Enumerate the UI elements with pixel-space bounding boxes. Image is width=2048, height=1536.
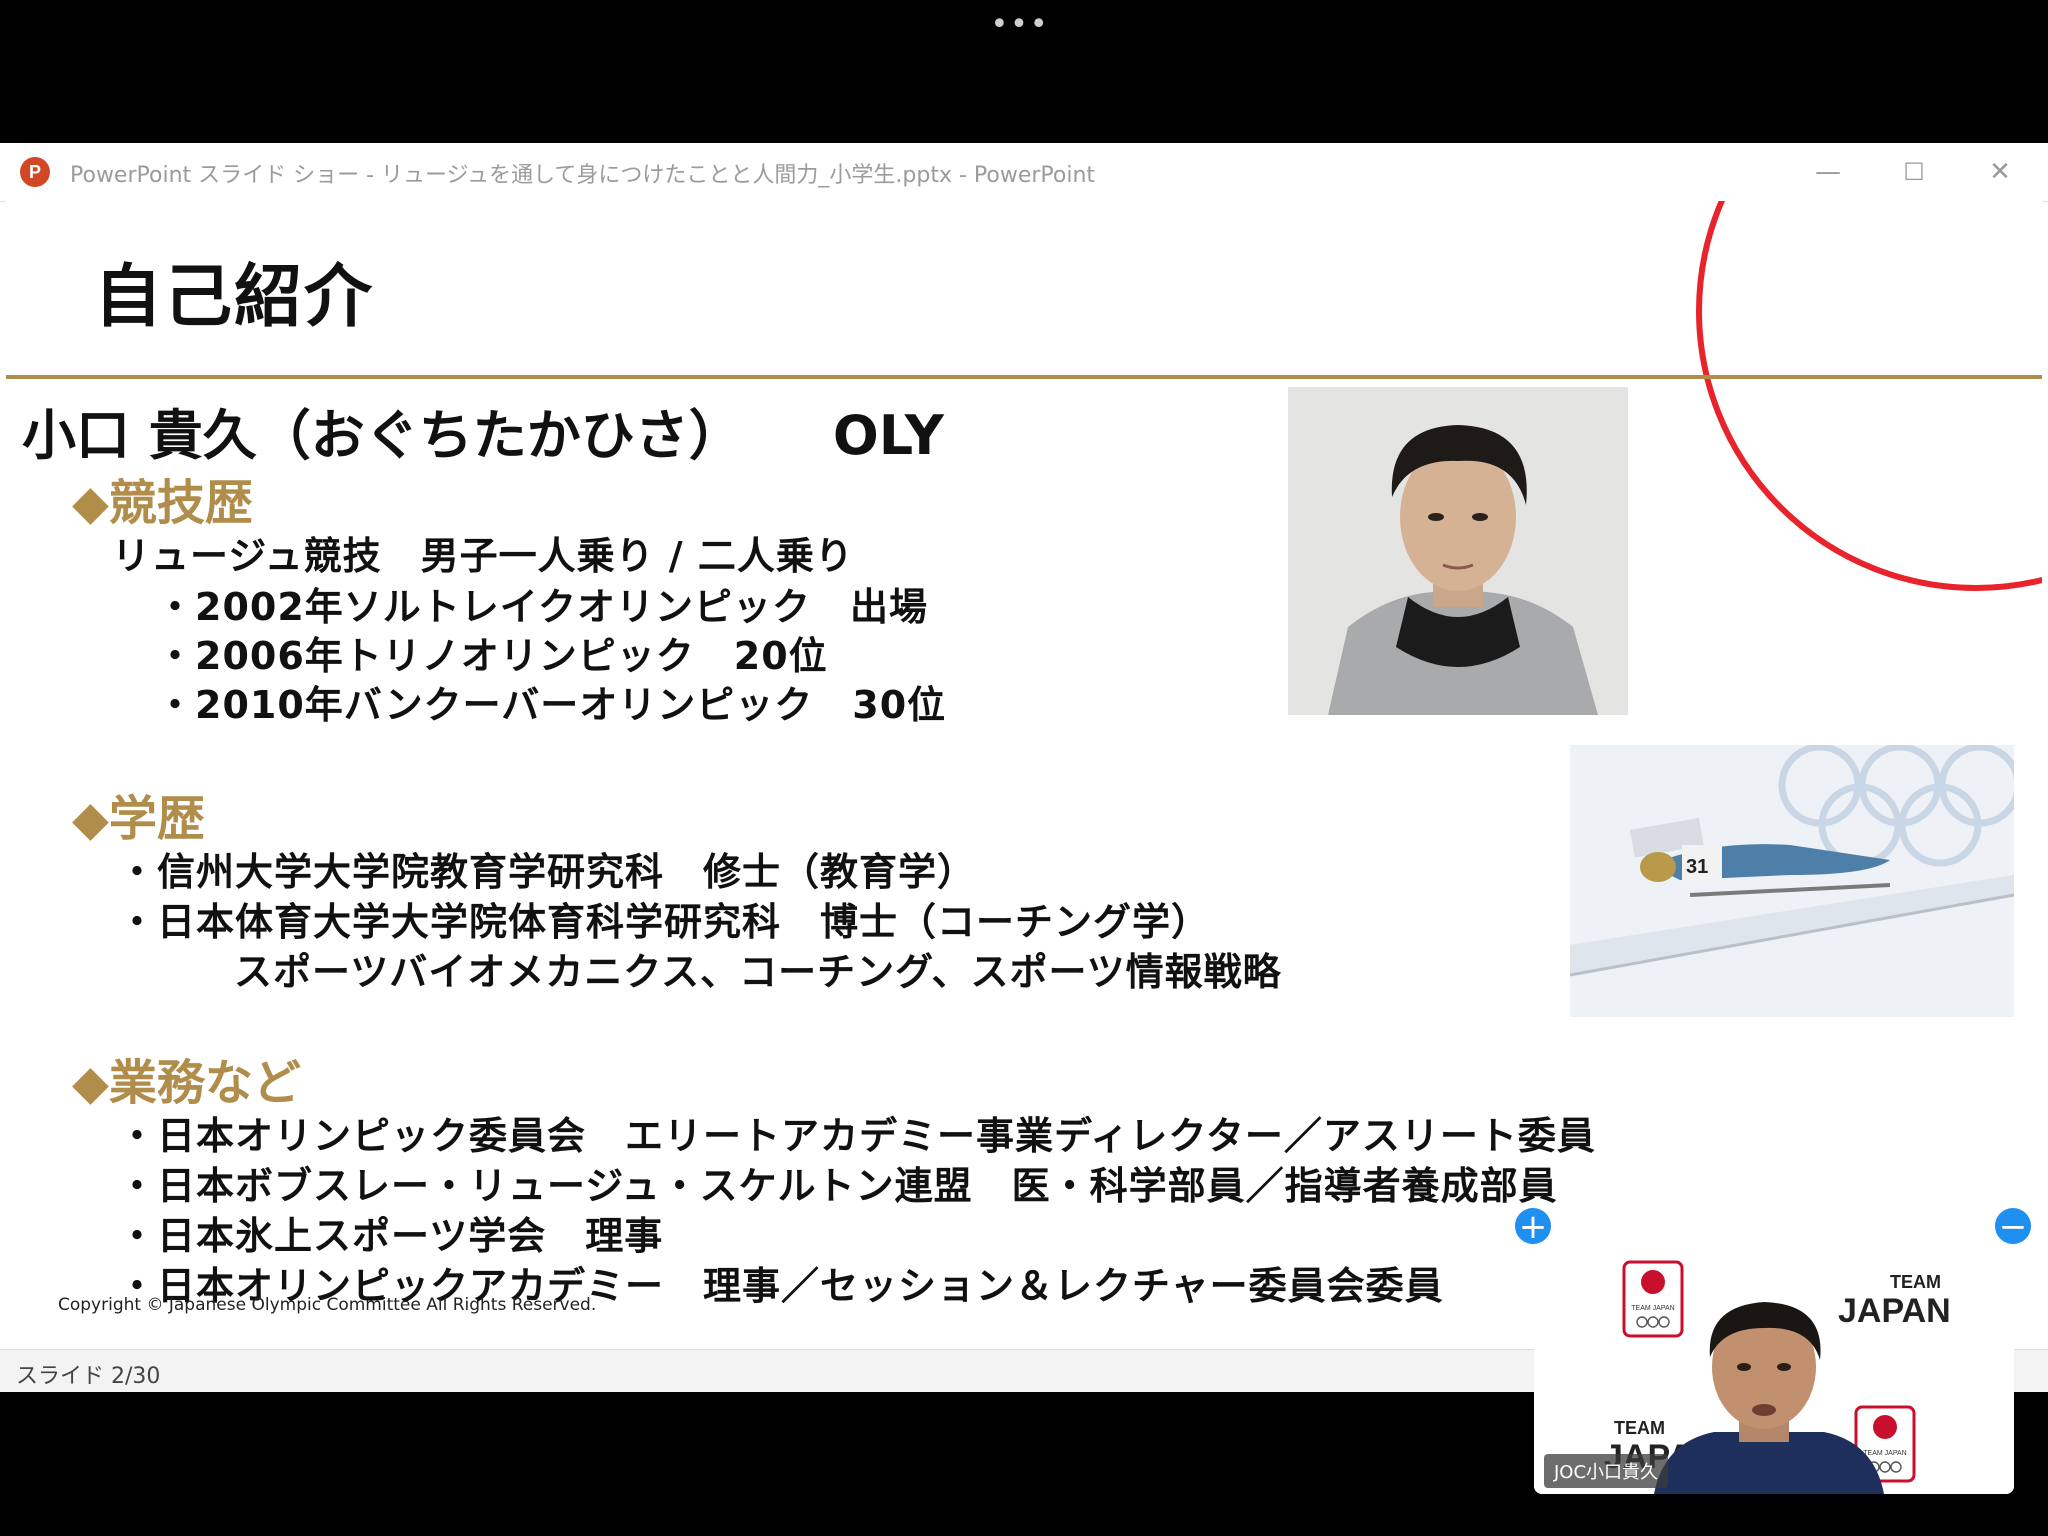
work-line: ・日本ボブスレー・リュージュ・スケルトン連盟 医・科学部員／指導者養成部員: [118, 1164, 1558, 1208]
presenter-name-line: 小口 貴久（おぐちたかひさ） OLY: [22, 391, 944, 470]
japan-text: JAPAN: [1838, 1292, 1951, 1330]
window-title: PowerPoint スライド ショー - リュージュを通して身につけたことと人…: [70, 163, 1096, 188]
team-japan-emblem-icon: TEAM JAPAN: [1622, 1260, 1684, 1338]
zoom-in-button[interactable]: +: [1513, 1206, 1553, 1246]
section-heading-work: ◆業務など: [72, 1055, 301, 1111]
luge-action-photo: 31: [1570, 745, 2014, 1017]
career-line: リュージュ競技 男子一人乗り / 二人乗り: [112, 534, 854, 578]
decorative-red-arc: [1696, 201, 2042, 591]
powerpoint-icon: P: [20, 157, 50, 187]
title-divider: [6, 375, 2042, 379]
maximize-button[interactable]: ☐: [1894, 153, 1934, 191]
oly-badge-text: OLY: [832, 404, 944, 467]
participant-video-tile[interactable]: TEAM JAPAN TEAM JAPAN TEAM JAPAN TEAM JA…: [1534, 1242, 2014, 1494]
work-line: ・日本氷上スポーツ学会 理事: [118, 1214, 664, 1258]
career-line: ・2010年バンクーバーオリンピック 30位: [156, 683, 947, 727]
close-button[interactable]: ✕: [1980, 153, 2020, 191]
more-options-icon[interactable]: •••: [990, 10, 1050, 40]
presenter-name: 小口 貴久（おぐちたかひさ）: [22, 404, 743, 467]
zoom-out-button[interactable]: −: [1993, 1206, 2033, 1246]
participant-name-label: JOC小口貴久: [1544, 1454, 1669, 1488]
svg-text:TEAM JAPAN: TEAM JAPAN: [1863, 1450, 1906, 1457]
education-line: ・日本体育大学大学院体育科学研究科 博士（コーチング学）: [118, 900, 1211, 944]
career-line: ・2002年ソルトレイクオリンピック 出場: [156, 585, 929, 629]
svg-text:TEAM JAPAN: TEAM JAPAN: [1631, 1305, 1674, 1312]
career-line: ・2006年トリノオリンピック 20位: [156, 634, 828, 678]
slide-canvas[interactable]: 自己紹介 小口 貴久（おぐちたかひさ） OLY ◆競技歴 リュージュ競技 男子一人…: [6, 201, 2042, 1349]
slide-title: 自己紹介: [94, 258, 375, 337]
section-heading-education: ◆学歴: [72, 791, 205, 847]
slide-counter: スライド 2/30: [16, 1364, 161, 1389]
team-text: TEAM: [1614, 1418, 1665, 1438]
education-line: ・信州大学大学院教育学研究科 修士（教育学）: [118, 850, 977, 894]
work-line: ・日本オリンピック委員会 エリートアカデミー事業ディレクター／アスリート委員: [118, 1114, 1596, 1158]
copyright-notice: Copyright © Japanese Olympic Committee A…: [58, 1295, 597, 1315]
portrait-photo: [1288, 387, 1628, 715]
powerpoint-window: P PowerPoint スライド ショー - リュージュを通して身につけたこと…: [0, 143, 2048, 1392]
team-text: TEAM: [1890, 1272, 1941, 1292]
bib-number: 31: [1686, 856, 1708, 878]
title-bar: P PowerPoint スライド ショー - リュージュを通して身につけたこと…: [0, 143, 2048, 202]
minimize-button[interactable]: —: [1808, 153, 1848, 191]
section-heading-career: ◆競技歴: [72, 475, 253, 531]
education-line: スポーツバイオメカニクス、コーチング、スポーツ情報戦略: [234, 950, 1282, 994]
